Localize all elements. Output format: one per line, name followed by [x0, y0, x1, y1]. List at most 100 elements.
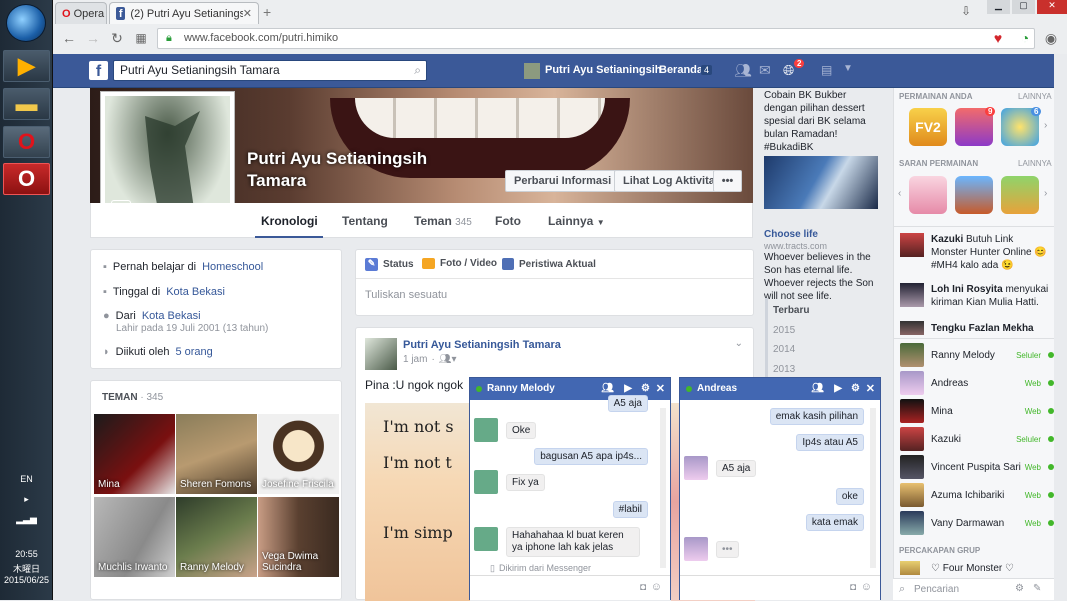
user-name-link[interactable]: Putri Ayu Setianingsih — [545, 64, 662, 76]
followers-link[interactable]: 5 orang — [175, 346, 212, 358]
ad-bk-text[interactable]: Cobain BK Bukber dengan pilihan dessert … — [764, 89, 882, 154]
emoji-icon[interactable]: ☺ — [861, 581, 872, 593]
chat-scrollbar[interactable] — [660, 408, 666, 568]
notifications-globe-icon[interactable]: 🌐︎ — [783, 62, 794, 79]
group-chat-item[interactable]: ♡ Four Monster ♡ — [931, 562, 1014, 575]
speed-dial-icon[interactable]: ▦ — [131, 29, 151, 47]
chat-input[interactable]: ◘ ☺ — [680, 575, 880, 601]
chat-contact[interactable]: Ranny Melody Seluler — [900, 341, 1054, 369]
user-avatar-small[interactable] — [524, 63, 540, 79]
timeline-year[interactable]: 2015 — [773, 325, 795, 336]
game-icon[interactable]: FV2 — [909, 108, 947, 146]
ticker-avatar[interactable] — [900, 283, 924, 307]
games-prev-icon[interactable]: ‹ — [898, 188, 901, 199]
camera-icon[interactable]: ◘ — [640, 582, 646, 593]
chat-contact-name[interactable]: Andreas — [697, 383, 737, 394]
camera-icon[interactable]: ◘ — [850, 582, 856, 593]
facebook-logo-icon[interactable]: f — [89, 61, 108, 80]
tray-expand-icon[interactable]: ▸ — [0, 494, 53, 505]
taskbar-opera-app-active[interactable]: O — [3, 163, 50, 195]
chat-contact[interactable]: Vany Darmawan Web — [900, 509, 1054, 537]
language-indicator[interactable]: EN — [0, 474, 53, 484]
chat-contact[interactable]: Mina Web — [900, 397, 1054, 425]
game-icon[interactable] — [909, 176, 947, 214]
tab-timeline[interactable]: Kronologi — [261, 214, 318, 228]
back-button[interactable]: ← — [59, 29, 79, 47]
game-icon[interactable] — [1001, 176, 1039, 214]
home-link[interactable]: Beranda — [659, 64, 703, 76]
friend-tile[interactable]: Vega Dwima Sucindra — [258, 497, 339, 577]
played-games-more-link[interactable]: LAINNYA — [1018, 92, 1052, 101]
post-time[interactable]: 1 jam — [403, 354, 427, 365]
post-author-avatar[interactable] — [365, 338, 397, 370]
network-icon[interactable]: ▂▃▅ — [0, 514, 53, 525]
tab-more[interactable]: Lainnya ▼ — [548, 214, 605, 228]
opera-menu-button[interactable]: O Opera — [55, 2, 107, 24]
tab-menu-icon[interactable]: ⇩ — [961, 4, 971, 18]
account-icon[interactable]: ◉ — [1041, 29, 1061, 47]
windows-start-button[interactable] — [6, 4, 46, 42]
composer-input[interactable]: Tuliskan sesuatu — [365, 289, 447, 301]
tab-about[interactable]: Tentang — [342, 214, 388, 228]
maximize-button[interactable]: ▢ — [1012, 0, 1036, 14]
tab-close-icon[interactable]: ✕ — [243, 7, 252, 20]
emoji-icon[interactable]: ☺ — [651, 581, 662, 593]
taskbar-media-app[interactable]: ▶ — [3, 50, 50, 82]
browser-tab-facebook[interactable]: f (2) Putri Ayu Setianingsih dari K ✕ — [109, 2, 259, 24]
timeline-year[interactable]: 2013 — [773, 364, 795, 375]
lives-place-link[interactable]: Kota Bekasi — [166, 286, 225, 298]
chat-contact[interactable]: Kazuki Seluler — [900, 425, 1054, 453]
friend-tile[interactable]: Mina — [94, 414, 175, 494]
reload-button[interactable]: ↻ — [107, 29, 127, 47]
studied-place-link[interactable]: Homeschool — [202, 261, 263, 273]
friend-requests-icon[interactable]: 👥︎ — [734, 62, 752, 79]
chat-search-bar[interactable]: ⌕ Pencarian ⚙ ✎ — [893, 578, 1054, 600]
tab-photos[interactable]: Foto — [495, 214, 521, 228]
ad-image[interactable] — [764, 156, 878, 209]
privacy-icon[interactable]: ▤ — [821, 63, 832, 77]
video-call-icon[interactable]: ▶ — [834, 378, 842, 400]
chat-contact-name[interactable]: Ranny Melody — [487, 383, 555, 394]
ticker-item[interactable]: Kazuki Butuh Link Monster Hunter Online … — [931, 233, 1049, 272]
chat-settings-icon[interactable]: ⚙ — [1015, 583, 1024, 594]
update-info-button[interactable]: Perbarui Informasi — [505, 170, 621, 192]
post-options-chevron-icon[interactable]: ⌄ — [735, 338, 743, 349]
forward-button[interactable]: → — [83, 29, 103, 47]
chat-contact[interactable]: Andreas Web — [900, 369, 1054, 397]
close-icon[interactable]: ✕ — [656, 378, 665, 400]
from-place-link[interactable]: Kota Bekasi — [142, 310, 201, 322]
group-avatar[interactable] — [900, 561, 920, 575]
close-window-button[interactable]: ✕ — [1037, 0, 1067, 14]
composer-status-tab[interactable]: ✎ Status — [365, 258, 414, 271]
address-bar[interactable]: 🔒︎ www.facebook.com/putri.himiko — [157, 28, 1035, 49]
friend-tile[interactable]: Josefine Friscila — [258, 414, 339, 494]
facebook-search-input[interactable]: Putri Ayu Setianingsih Tamara ⌕ — [113, 60, 427, 81]
chat-search-input[interactable]: Pencarian — [914, 584, 959, 595]
ticker-item[interactable]: Tengku Fazlan Mekha — [931, 322, 1049, 335]
friend-tile[interactable]: Sheren Fomons — [176, 414, 257, 494]
close-icon[interactable]: ✕ — [866, 378, 875, 400]
chat-scrollbar[interactable] — [870, 408, 876, 568]
friend-tile[interactable]: Ranny Melody — [176, 497, 257, 577]
messages-icon[interactable]: ✉ — [759, 62, 771, 79]
add-friend-icon[interactable]: 👥︎ — [811, 378, 824, 400]
chat-contact[interactable]: Vincent Puspita Sari Web — [900, 453, 1054, 481]
compose-icon[interactable]: ✎ — [1033, 583, 1041, 594]
chat-window-header[interactable]: Andreas 👥︎ ▶ ⚙ ✕ — [680, 378, 880, 400]
chat-input[interactable]: ◘ ☺ — [470, 575, 670, 601]
suggested-games-more-link[interactable]: LAINNYA — [1018, 159, 1052, 168]
gear-icon[interactable]: ⚙ — [851, 378, 860, 400]
composer-event-tab[interactable]: Peristiwa Aktual — [502, 258, 596, 270]
ticker-avatar[interactable] — [900, 233, 924, 257]
friend-tile[interactable]: Muchlis Irwanto — [94, 497, 175, 577]
account-menu-chevron-icon[interactable]: ▼ — [843, 63, 853, 74]
post-image[interactable]: I'm not s I'm not t I'm simp — [365, 403, 470, 601]
minimize-button[interactable]: ▁ — [987, 0, 1011, 14]
chat-contact[interactable]: Azuma Ichibariki Web — [900, 481, 1054, 509]
audience-friends-icon[interactable]: 👥︎▾ — [439, 354, 457, 365]
bookmark-heart-icon[interactable]: ♥ — [988, 29, 1008, 47]
friends-card-header[interactable]: TEMAN · 345 — [102, 392, 163, 403]
clock-time[interactable]: 20:55 — [0, 549, 53, 559]
profile-name[interactable]: Putri Ayu Setianingsih Tamara — [247, 148, 487, 192]
games-next-icon[interactable]: › — [1044, 120, 1047, 131]
